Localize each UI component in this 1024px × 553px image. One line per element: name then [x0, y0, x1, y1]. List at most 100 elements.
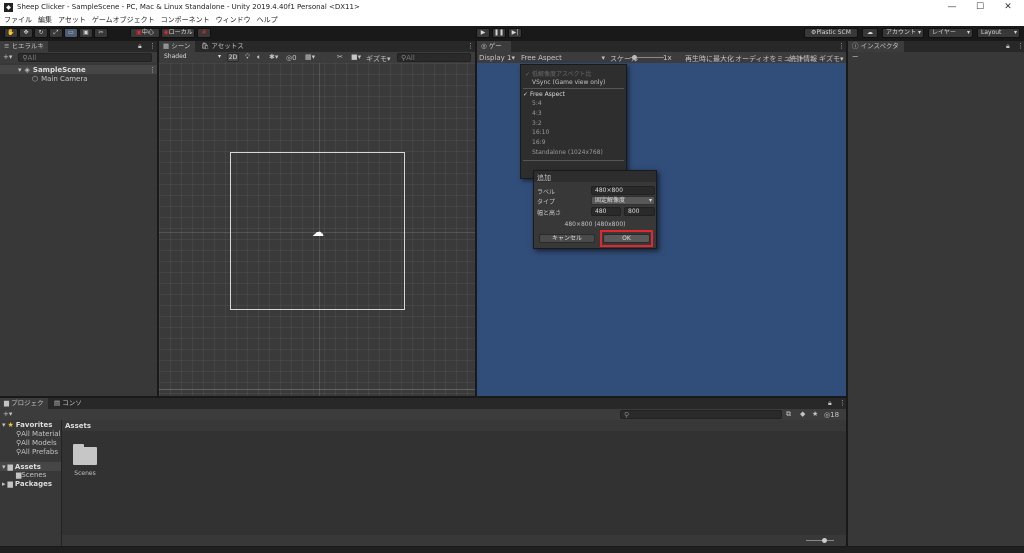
width-input[interactable]: 480 [591, 207, 621, 216]
audio-icon[interactable]: 🔈︎ [257, 54, 261, 61]
more-options-icon[interactable]: ⋮ [467, 43, 474, 50]
scale-slider-handle[interactable] [632, 55, 637, 60]
account-dropdown[interactable]: アカウント ▾ [882, 28, 924, 38]
lock-icon[interactable]: 🔒︎ [828, 400, 832, 407]
tab-console[interactable]: ▤ コンソール [50, 398, 92, 418]
scenes-folder-item[interactable] [71, 442, 99, 466]
packages-row[interactable]: ▸ ▆ Packages [2, 480, 52, 488]
scene-viewport[interactable]: ☁ [159, 63, 475, 396]
hand-tool-icon[interactable]: ✋ [4, 28, 18, 38]
label-input[interactable]: 480×800 [591, 186, 655, 195]
aspect-option-standalone[interactable]: Standalone (1024x768) [532, 149, 603, 156]
add-icon[interactable]: +▾ [3, 54, 12, 61]
star-icon: ★ [7, 421, 14, 429]
icon-size-slider-handle[interactable] [822, 538, 827, 543]
height-input[interactable]: 800 [624, 207, 655, 216]
close-button[interactable]: ✕ [994, 0, 1022, 14]
more-options-icon[interactable]: ⋮ [1017, 43, 1024, 50]
toggle-2d-button[interactable]: 2D [227, 53, 239, 62]
filter-label-icon[interactable]: ◆ [800, 411, 805, 418]
pause-button[interactable]: ❚❚ [492, 28, 506, 38]
vsync-option[interactable]: VSync (Game view only) [532, 79, 605, 86]
menu-window[interactable]: ウィンドウ [216, 15, 251, 25]
transform-tool-icon[interactable]: ▣ [79, 28, 93, 38]
pivot-toggle-button[interactable]: ▣中心 [130, 28, 160, 38]
project-toolbar: +▾ ⚲ ⧉ ◆ ★ ◎ 18 [0, 409, 846, 420]
menu-assets[interactable]: アセット [58, 15, 86, 25]
layers-dropdown[interactable]: レイヤー ▾ [928, 28, 973, 38]
display-dropdown[interactable]: Display 1 ▾ [479, 54, 515, 62]
menu-help[interactable]: ヘルプ [257, 15, 278, 25]
scene-row[interactable]: ▾ ◈ SampleScene ⋮ [0, 65, 157, 74]
layout-dropdown[interactable]: Layout ▾ [977, 28, 1020, 38]
rotate-tool-icon[interactable]: ↻ [34, 28, 48, 38]
space-toggle-button[interactable]: ◉ローカル [161, 28, 195, 38]
camera-icon[interactable]: ■▾ [351, 54, 361, 61]
tab-hierarchy[interactable]: ≡ ヒエラルキー [0, 41, 48, 61]
list-item[interactable]: ⚲ All Prefabs [16, 448, 58, 456]
lock-icon[interactable]: 🔒︎ [1006, 43, 1010, 50]
step-button[interactable]: ▶| [508, 28, 522, 38]
hidden-objects-toggle[interactable]: ◎ 0 [286, 54, 297, 62]
scale-tool-icon[interactable]: ⤢ [49, 28, 63, 38]
hidden-packages-toggle[interactable]: ◎ 18 [824, 411, 839, 419]
favorites-row[interactable]: ▾ ★ Favorites [2, 421, 52, 429]
menu-component[interactable]: コンポーネント [161, 15, 210, 25]
ok-button[interactable]: OK [603, 234, 650, 243]
type-dropdown[interactable]: 固定解像度 ▾ [591, 196, 655, 205]
hierarchy-search-input[interactable]: ⚲ All [18, 53, 153, 62]
cloud-icon[interactable]: ☁ [862, 28, 878, 38]
maximize-button[interactable]: ☐ [966, 0, 994, 14]
list-item[interactable]: ⬡ Main Camera [0, 74, 157, 83]
game-toolbar: Display 1 ▾ Free Aspect ▾ スケール 1x 再生時に最大化… [477, 52, 846, 63]
list-item[interactable]: ⚲ All Models [16, 439, 57, 447]
expand-arrow-icon: ▸ [2, 480, 6, 488]
aspect-option-3-2[interactable]: 3:2 [532, 120, 542, 127]
aspect-menu: ✓ 低解像度アスペクト比 VSync (Game view only) ✓ Fr… [520, 64, 627, 179]
cancel-button[interactable]: キャンセル [539, 234, 595, 243]
tab-game[interactable]: ◎ ゲーム [477, 41, 511, 61]
tools-icon[interactable]: ✂ [337, 54, 343, 61]
move-tool-icon[interactable]: ✥ [19, 28, 33, 38]
play-button[interactable]: ▶ [476, 28, 490, 38]
assets-row[interactable]: ▾ ▆ Assets [0, 462, 61, 471]
scene-search-input[interactable]: ⚲ All [397, 53, 471, 62]
tab-project[interactable]: ▆ プロジェクト [0, 398, 48, 418]
rect-tool-icon[interactable]: ▭ [64, 28, 78, 38]
aspect-option-16-9[interactable]: 16:9 [532, 139, 545, 146]
tab-scene[interactable]: ▦ シーン [159, 41, 195, 52]
aspect-option-free[interactable]: ✓ Free Aspect [523, 91, 565, 98]
list-item[interactable]: ⚲ All Materials [16, 430, 61, 438]
menu-file[interactable]: ファイル [4, 15, 32, 25]
add-icon[interactable]: +▾ [3, 411, 12, 418]
more-options-icon[interactable]: ⋮ [149, 43, 156, 50]
menu-gameobject[interactable]: ゲームオブジェクト [92, 15, 155, 25]
grid-snap-icon[interactable]: # [197, 28, 211, 38]
grid-toggle-icon[interactable]: ▦▾ [305, 54, 315, 61]
tab-asset-store[interactable]: 🛍︎ アセットストア [197, 41, 253, 61]
list-item[interactable]: ▆ Scenes [16, 471, 46, 479]
favorite-icon[interactable]: ★ [812, 411, 818, 418]
more-options-icon[interactable]: ⋮ [838, 43, 845, 50]
custom-tool-icon[interactable]: ✂ [94, 28, 108, 38]
aspect-option-16-10[interactable]: 16:10 [532, 129, 549, 136]
shading-mode-dropdown[interactable]: Shaded ▾ [161, 53, 223, 62]
aspect-option-5-4[interactable]: 5:4 [532, 100, 542, 107]
menu-edit[interactable]: 編集 [38, 15, 52, 25]
camera-gizmo-icon[interactable]: ☁ [312, 225, 324, 239]
scene-options-icon[interactable]: ⋮ [149, 66, 156, 74]
icon-size-slider-track[interactable] [806, 540, 834, 541]
aspect-dropdown[interactable]: Free Aspect ▾ [521, 54, 605, 62]
aspect-option-4-3[interactable]: 4:3 [532, 110, 542, 117]
more-options-icon[interactable]: ⋮ [839, 400, 846, 407]
minimize-button[interactable]: — [938, 0, 966, 14]
effects-icon[interactable]: ✱▾ [269, 54, 278, 61]
project-search-input[interactable]: ⚲ [620, 410, 782, 419]
lock-icon[interactable]: 🔒︎ [138, 43, 142, 50]
filter-type-icon[interactable]: ⧉ [786, 411, 791, 418]
plastic-scm-button[interactable]: ⚙Plastic SCM [804, 28, 858, 38]
folder-icon: ▆ [7, 480, 13, 488]
hierarchy-panel: ≡ ヒエラルキー 🔒︎ ⋮ +▾ ⚲ All ▾ ◈ SampleScene ⋮… [0, 41, 157, 396]
lighting-icon[interactable]: 💡︎ [245, 54, 250, 61]
tab-inspector[interactable]: ⓘ インスペクター [848, 41, 904, 61]
